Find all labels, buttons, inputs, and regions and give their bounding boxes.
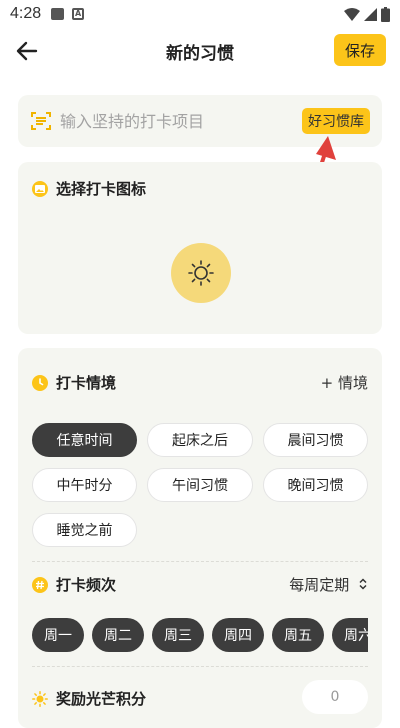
wifi-icon bbox=[344, 7, 360, 21]
habit-name-input[interactable] bbox=[60, 111, 280, 131]
icon-section-title: 选择打卡图标 bbox=[56, 180, 147, 198]
reward-section-title: 奖励光芒积分 bbox=[56, 690, 147, 708]
habit-config-card: 打卡情境 + 情境 任意时间 起床之后 晨间习惯 中午时分 午间习惯 晚间习惯 … bbox=[18, 348, 382, 728]
section-divider bbox=[32, 666, 368, 667]
weekday-chip-sat[interactable]: 周六 bbox=[332, 618, 368, 652]
image-icon bbox=[32, 180, 48, 197]
weekday-scroller[interactable]: 周一 周二 周三 周四 周五 周六 bbox=[32, 348, 368, 668]
selected-icon-button[interactable] bbox=[171, 243, 231, 303]
icon-picker-card: 选择打卡图标 bbox=[18, 162, 382, 334]
save-button[interactable]: 保存 bbox=[334, 34, 386, 66]
signal-icon bbox=[364, 7, 377, 21]
app-header: 新的习惯 保存 bbox=[0, 28, 400, 74]
reward-points-input[interactable] bbox=[302, 680, 368, 714]
status-time: 4:28 bbox=[10, 5, 42, 22]
icon-section-header: 选择打卡图标 bbox=[32, 178, 146, 199]
habit-library-button[interactable]: 好习惯库 bbox=[302, 108, 370, 134]
weekday-chip-fri[interactable]: 周五 bbox=[272, 618, 324, 652]
weekday-chip-tue[interactable]: 周二 bbox=[92, 618, 144, 652]
status-bar: 4:28 A bbox=[0, 0, 400, 28]
a-notification-icon: A bbox=[72, 8, 85, 20]
weekday-chip-thu[interactable]: 周四 bbox=[212, 618, 264, 652]
battery-icon bbox=[381, 6, 390, 22]
gallery-notification-icon bbox=[51, 8, 65, 20]
scan-text-icon[interactable] bbox=[30, 110, 52, 132]
habit-name-card: 好习惯库 bbox=[18, 95, 382, 147]
sun-icon bbox=[188, 260, 214, 286]
back-arrow-icon[interactable] bbox=[14, 38, 40, 64]
weekday-chip-mon[interactable]: 周一 bbox=[32, 618, 84, 652]
weekday-chip-wed[interactable]: 周三 bbox=[152, 618, 204, 652]
sun-small-icon bbox=[32, 690, 48, 707]
